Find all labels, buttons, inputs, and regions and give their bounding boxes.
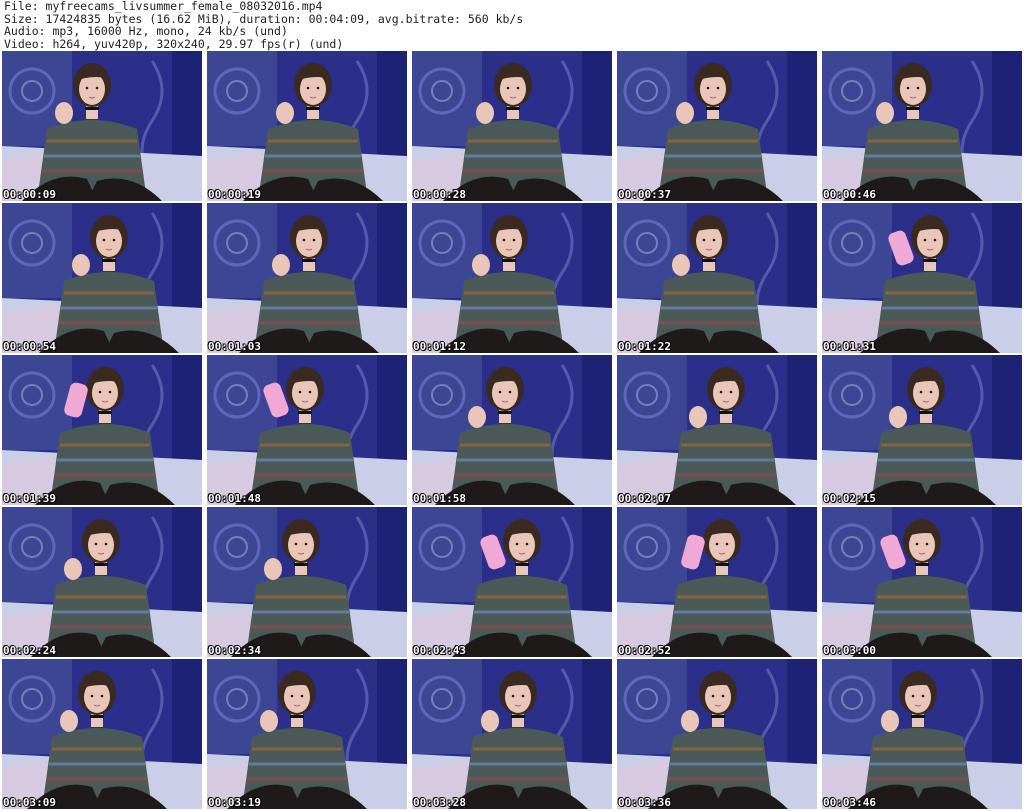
video-frame-thumbnail: 00:03:00 [822,507,1022,657]
frame-image [2,355,202,505]
frame-image [822,203,1022,353]
video-frame-thumbnail: 00:01:31 [822,203,1022,353]
frame-timestamp: 00:02:34 [208,644,261,657]
frame-image [207,507,407,657]
frame-image [822,507,1022,657]
frame-image [207,203,407,353]
video-frame-thumbnail: 00:02:52 [617,507,817,657]
frame-image [412,507,612,657]
frame-image [207,355,407,505]
video-frame-thumbnail: 00:00:19 [207,51,407,201]
file-name-line: File: myfreecams_livsummer_female_080320… [4,0,323,13]
frame-timestamp: 00:02:24 [3,644,56,657]
frame-image [617,355,817,505]
video-frame-thumbnail: 00:02:07 [617,355,817,505]
video-frame-thumbnail: 00:00:37 [617,51,817,201]
frame-image [617,203,817,353]
video-frame-thumbnail: 00:02:15 [822,355,1022,505]
frame-image [412,355,612,505]
frame-image [617,507,817,657]
video-frame-thumbnail: 00:03:19 [207,659,407,809]
frame-image [2,659,202,809]
video-frame-thumbnail: 00:03:46 [822,659,1022,809]
frame-timestamp: 00:03:36 [618,796,671,809]
video-frame-thumbnail: 00:00:46 [822,51,1022,201]
frame-timestamp: 00:01:22 [618,340,671,353]
frame-timestamp: 00:02:43 [413,644,466,657]
frame-timestamp: 00:03:09 [3,796,56,809]
frame-timestamp: 00:03:19 [208,796,261,809]
video-frame-thumbnail: 00:03:36 [617,659,817,809]
video-info-header: File: myfreecams_livsummer_female_080320… [4,0,523,50]
frame-image [2,51,202,201]
video-frame-thumbnail: 00:01:58 [412,355,612,505]
frame-timestamp: 00:00:54 [3,340,56,353]
frame-image [822,51,1022,201]
frame-timestamp: 00:03:28 [413,796,466,809]
video-frame-thumbnail: 00:02:34 [207,507,407,657]
video-frame-thumbnail: 00:02:43 [412,507,612,657]
video-frame-thumbnail: 00:01:48 [207,355,407,505]
frame-timestamp: 00:00:19 [208,188,261,201]
frame-timestamp: 00:02:07 [618,492,671,505]
frame-timestamp: 00:00:28 [413,188,466,201]
frame-timestamp: 00:01:31 [823,340,876,353]
frame-image [617,51,817,201]
frame-timestamp: 00:03:46 [823,796,876,809]
frame-timestamp: 00:00:46 [823,188,876,201]
video-frame-thumbnail: 00:03:09 [2,659,202,809]
video-frame-thumbnail: 00:01:22 [617,203,817,353]
frame-image [2,507,202,657]
frame-image [617,659,817,809]
video-frame-thumbnail: 00:01:12 [412,203,612,353]
frame-image [412,203,612,353]
thumbnail-grid: 00:00:09 00:00:19 00:00:28 00:00:37 00:0… [2,51,1022,811]
video-info-line: Video: h264, yuv420p, 320x240, 29.97 fps… [4,36,344,51]
frame-timestamp: 00:03:00 [823,644,876,657]
video-frame-thumbnail: 00:00:54 [2,203,202,353]
frame-timestamp: 00:00:37 [618,188,671,201]
video-frame-thumbnail: 00:03:28 [412,659,612,809]
frame-timestamp: 00:01:12 [413,340,466,353]
frame-image [412,51,612,201]
frame-timestamp: 00:01:39 [3,492,56,505]
video-frame-thumbnail: 00:00:09 [2,51,202,201]
frame-timestamp: 00:00:09 [3,188,56,201]
frame-image [207,51,407,201]
frame-timestamp: 00:01:48 [208,492,261,505]
frame-image [412,659,612,809]
frame-image [822,355,1022,505]
frame-timestamp: 00:01:03 [208,340,261,353]
frame-image [2,203,202,353]
video-frame-thumbnail: 00:02:24 [2,507,202,657]
frame-image [207,659,407,809]
video-frame-thumbnail: 00:01:03 [207,203,407,353]
frame-image [822,659,1022,809]
frame-timestamp: 00:02:15 [823,492,876,505]
audio-info-line: Audio: mp3, 16000 Hz, mono, 24 kb/s (und… [4,24,288,38]
frame-timestamp: 00:01:58 [413,492,466,505]
video-frame-thumbnail: 00:01:39 [2,355,202,505]
video-frame-thumbnail: 00:00:28 [412,51,612,201]
frame-timestamp: 00:02:52 [618,644,671,657]
